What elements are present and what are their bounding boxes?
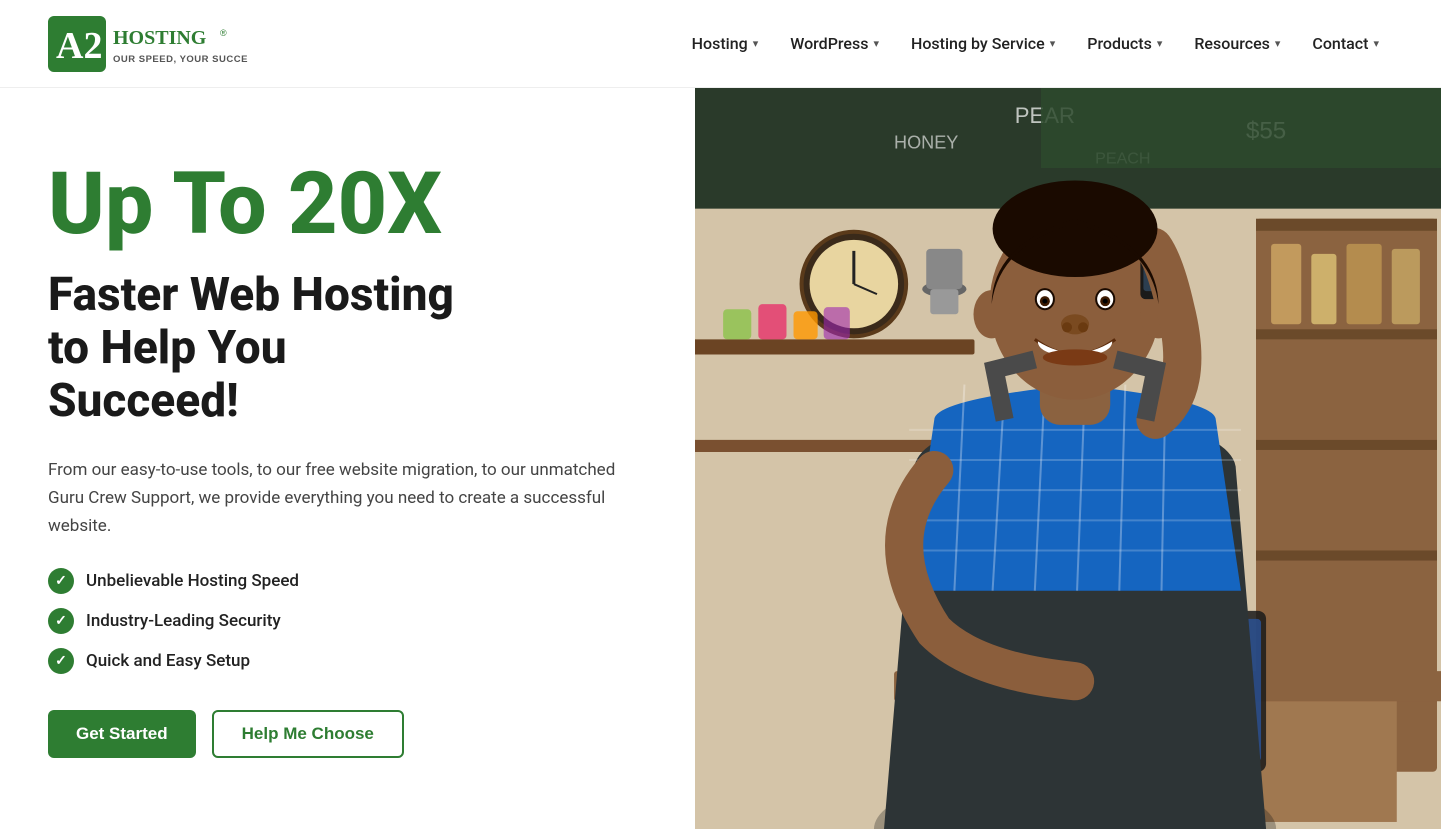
- hero-content: Up To 20X Faster Web Hosting to Help You…: [0, 88, 695, 829]
- check-icon: [48, 568, 74, 594]
- chevron-down-icon: ▾: [1275, 37, 1281, 50]
- svg-text:®: ®: [220, 28, 227, 38]
- nav-hosting-by-service[interactable]: Hosting by Service ▾: [897, 26, 1069, 61]
- svg-text:HOSTING: HOSTING: [113, 27, 207, 49]
- get-started-button[interactable]: Get Started: [48, 710, 196, 758]
- logo[interactable]: A2 HOSTING ® OUR SPEED, YOUR SUCCESS: [48, 14, 248, 74]
- nav-products[interactable]: Products ▾: [1073, 26, 1176, 61]
- chevron-down-icon: ▾: [873, 37, 879, 50]
- help-me-choose-button[interactable]: Help Me Choose: [212, 710, 404, 758]
- logo-svg: A2 HOSTING ® OUR SPEED, YOUR SUCCESS: [48, 14, 248, 74]
- hero-description: From our easy-to-use tools, to our free …: [48, 456, 647, 540]
- hero-image: PEAR HONEY PEACH $55: [695, 88, 1441, 829]
- feature-item-security: Industry-Leading Security: [48, 608, 647, 634]
- svg-text:OUR SPEED, YOUR SUCCESS: OUR SPEED, YOUR SUCCESS: [113, 54, 248, 65]
- nav-contact[interactable]: Contact ▾: [1298, 26, 1393, 61]
- hero-tagline: Up To 20X: [48, 159, 647, 249]
- chevron-down-icon: ▾: [753, 37, 759, 50]
- chevron-down-icon: ▾: [1157, 37, 1163, 50]
- check-icon: [48, 608, 74, 634]
- nav-hosting[interactable]: Hosting ▾: [678, 26, 773, 61]
- hero-subtitle: Faster Web Hosting to Help You Succeed!: [48, 269, 647, 428]
- chevron-down-icon: ▾: [1050, 37, 1056, 50]
- feature-list: Unbelievable Hosting Speed Industry-Lead…: [48, 568, 647, 674]
- hero-buttons: Get Started Help Me Choose: [48, 710, 647, 758]
- nav-wordpress[interactable]: WordPress ▾: [776, 26, 893, 61]
- background-elements: [695, 88, 1441, 829]
- svg-text:A2: A2: [56, 25, 102, 67]
- check-icon: [48, 648, 74, 674]
- chevron-down-icon: ▾: [1373, 37, 1379, 50]
- hero-section: Up To 20X Faster Web Hosting to Help You…: [0, 88, 1441, 829]
- feature-item-setup: Quick and Easy Setup: [48, 648, 647, 674]
- chalkboard-decoration: [1041, 88, 1441, 168]
- feature-item-speed: Unbelievable Hosting Speed: [48, 568, 647, 594]
- header: A2 HOSTING ® OUR SPEED, YOUR SUCCESS Hos…: [0, 0, 1441, 88]
- nav-resources[interactable]: Resources ▾: [1180, 26, 1294, 61]
- main-nav: Hosting ▾ WordPress ▾ Hosting by Service…: [678, 26, 1393, 61]
